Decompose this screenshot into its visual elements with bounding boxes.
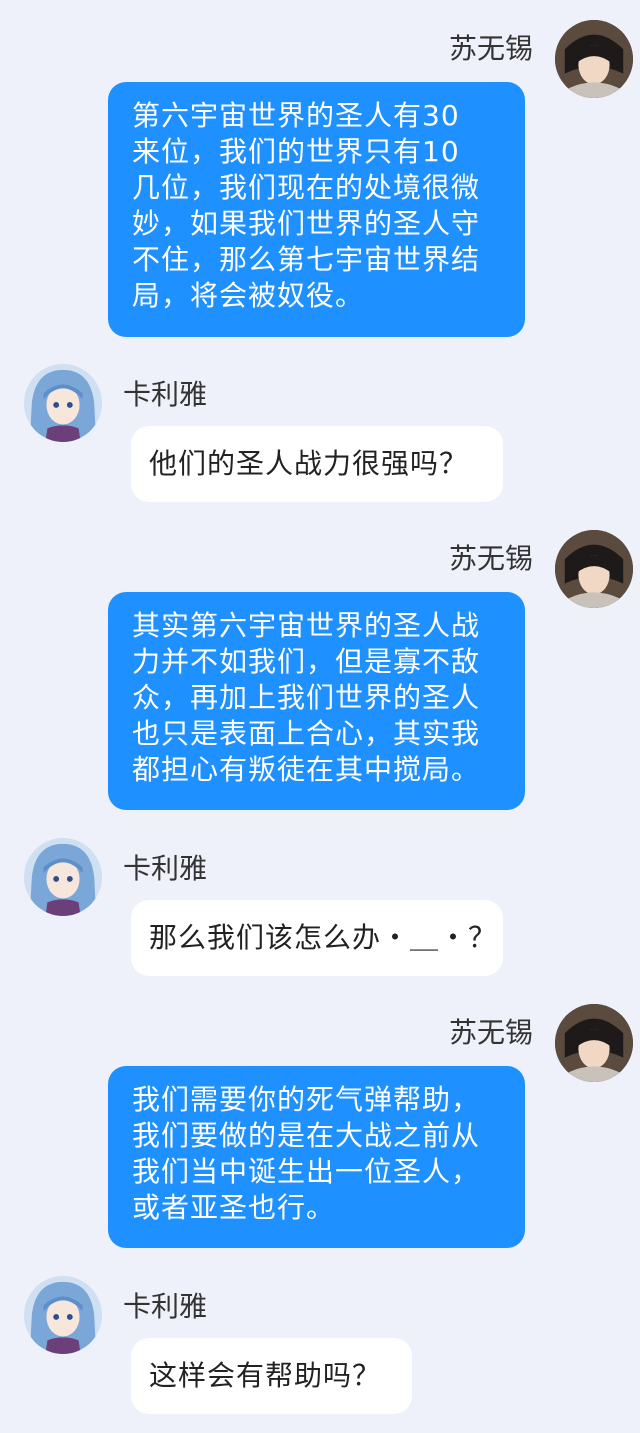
message-text-line: 这样会有帮助吗？ xyxy=(149,1359,382,1392)
message-text-line: 几位，我们现在的处境很微 xyxy=(132,171,481,204)
sender-avatar[interactable] xyxy=(555,1004,633,1082)
message-bubble[interactable]: 其实第六宇宙世界的圣人战 力并不如我们，但是寡不敌 众，再加上我们世界的圣人 也… xyxy=(108,592,525,810)
message-text-line: 不住，那么第七宇宙世界结 xyxy=(132,243,481,276)
contact-name: 卡利雅 xyxy=(123,1290,208,1323)
message-bubble[interactable]: 我们需要你的死气弹帮助， 我们要做的是在大战之前从 我们当中诞生出一位圣人， 或… xyxy=(108,1066,525,1248)
anime-blue-hair-avatar-icon xyxy=(24,1276,102,1354)
sender-avatar[interactable] xyxy=(555,530,633,608)
message-text-line: 来位，我们的世界只有10 xyxy=(132,135,460,168)
message-text-line: 众，再加上我们世界的圣人 xyxy=(132,681,481,714)
contact-name: 卡利雅 xyxy=(123,378,208,411)
message-text-line: 我们要做的是在大战之前从 xyxy=(132,1119,481,1152)
sender-name: 苏无锡 xyxy=(448,32,533,65)
message-text-line: 那么我们该怎么办・＿・？ xyxy=(149,921,498,954)
anime-blue-hair-avatar-icon xyxy=(24,838,102,916)
contact-avatar[interactable] xyxy=(24,838,102,916)
sender-name: 苏无锡 xyxy=(448,542,533,575)
contact-name: 卡利雅 xyxy=(123,852,208,885)
message-text-line: 局，将会被奴役。 xyxy=(132,279,365,312)
anime-blue-hair-avatar-icon xyxy=(24,364,102,442)
message-text-line: 我们需要你的死气弹帮助， xyxy=(132,1083,481,1116)
message-bubble[interactable]: 这样会有帮助吗？ xyxy=(131,1338,412,1414)
message-text-line: 力并不如我们，但是寡不敌 xyxy=(132,645,481,678)
anime-dark-hair-avatar-icon xyxy=(555,1004,633,1082)
message-text-line: 第六宇宙世界的圣人有30 xyxy=(132,99,460,132)
message-text-line: 妙，如果我们世界的圣人守 xyxy=(132,207,481,240)
message-text-line: 他们的圣人战力很强吗？ xyxy=(149,447,469,480)
message-bubble[interactable]: 第六宇宙世界的圣人有30 来位，我们的世界只有10 几位，我们现在的处境很微 妙… xyxy=(108,82,525,337)
anime-dark-hair-avatar-icon xyxy=(555,20,633,98)
message-bubble[interactable]: 他们的圣人战力很强吗？ xyxy=(131,426,503,502)
contact-avatar[interactable] xyxy=(24,364,102,442)
sender-avatar[interactable] xyxy=(555,20,633,98)
contact-avatar[interactable] xyxy=(24,1276,102,1354)
message-text-line: 其实第六宇宙世界的圣人战 xyxy=(132,609,481,642)
anime-dark-hair-avatar-icon xyxy=(555,530,633,608)
message-text-line: 我们当中诞生出一位圣人， xyxy=(132,1155,481,1188)
sender-name: 苏无锡 xyxy=(448,1016,533,1049)
message-text-line: 或者亚圣也行。 xyxy=(132,1191,336,1224)
message-bubble[interactable]: 那么我们该怎么办・＿・？ xyxy=(131,900,503,976)
message-text-line: 也只是表面上合心，其实我 xyxy=(132,717,481,750)
message-text-line: 都担心有叛徒在其中搅局。 xyxy=(132,753,481,786)
